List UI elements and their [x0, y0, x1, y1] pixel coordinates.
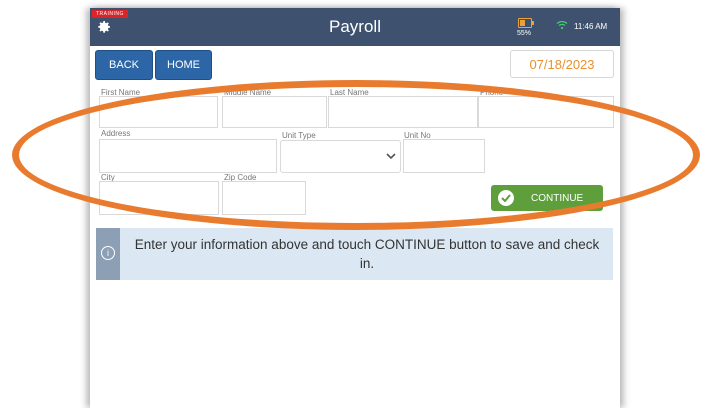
info-message: Enter your information above and touch C… [134, 237, 600, 271]
info-banner: i Enter your information above and touch… [96, 228, 613, 280]
annotation-ellipse [12, 80, 700, 230]
battery-percent: 55% [517, 30, 532, 37]
header-bar: TRAINING Payroll 55% 11:46 AM [90, 8, 620, 46]
date-display: 07/18/2023 [510, 50, 614, 78]
info-icon: i [101, 246, 115, 260]
wifi-icon [556, 21, 568, 30]
back-button[interactable]: BACK [95, 50, 153, 80]
battery-icon [518, 18, 534, 28]
clock-time: 11:46 AM [574, 22, 608, 31]
home-button[interactable]: HOME [155, 50, 212, 80]
info-bar: i [96, 228, 120, 280]
page-title: Payroll [329, 17, 381, 36]
